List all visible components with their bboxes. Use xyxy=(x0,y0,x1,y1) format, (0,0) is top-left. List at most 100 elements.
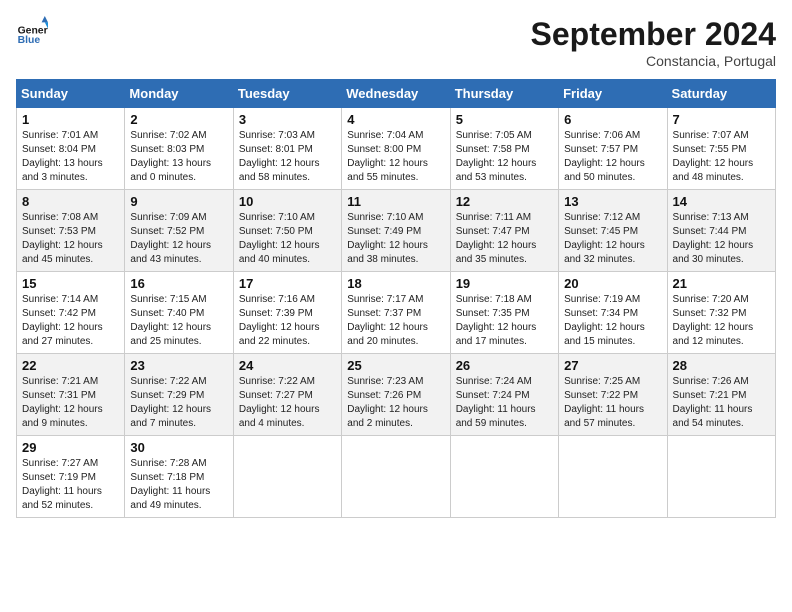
day-number: 11 xyxy=(347,194,444,209)
day-number: 9 xyxy=(130,194,227,209)
day-number: 28 xyxy=(673,358,770,373)
calendar-table: SundayMondayTuesdayWednesdayThursdayFrid… xyxy=(16,79,776,518)
day-number: 5 xyxy=(456,112,553,127)
calendar-cell: 6 Sunrise: 7:06 AM Sunset: 7:57 PM Dayli… xyxy=(559,108,667,190)
day-info: Sunrise: 7:02 AM Sunset: 8:03 PM Dayligh… xyxy=(130,129,227,185)
calendar-cell: 12 Sunrise: 7:11 AM Sunset: 7:47 PM Dayl… xyxy=(450,190,558,272)
col-header-saturday: Saturday xyxy=(667,80,775,108)
day-info: Sunrise: 7:25 AM Sunset: 7:22 PM Dayligh… xyxy=(564,375,661,431)
day-number: 7 xyxy=(673,112,770,127)
col-header-friday: Friday xyxy=(559,80,667,108)
day-info: Sunrise: 7:13 AM Sunset: 7:44 PM Dayligh… xyxy=(673,211,770,267)
calendar-cell: 20 Sunrise: 7:19 AM Sunset: 7:34 PM Dayl… xyxy=(559,272,667,354)
day-info: Sunrise: 7:18 AM Sunset: 7:35 PM Dayligh… xyxy=(456,293,553,349)
day-number: 4 xyxy=(347,112,444,127)
day-info: Sunrise: 7:09 AM Sunset: 7:52 PM Dayligh… xyxy=(130,211,227,267)
day-info: Sunrise: 7:17 AM Sunset: 7:37 PM Dayligh… xyxy=(347,293,444,349)
calendar-cell xyxy=(667,436,775,518)
calendar-cell: 11 Sunrise: 7:10 AM Sunset: 7:49 PM Dayl… xyxy=(342,190,450,272)
col-header-sunday: Sunday xyxy=(17,80,125,108)
day-info: Sunrise: 7:22 AM Sunset: 7:29 PM Dayligh… xyxy=(130,375,227,431)
calendar-cell xyxy=(233,436,341,518)
day-info: Sunrise: 7:26 AM Sunset: 7:21 PM Dayligh… xyxy=(673,375,770,431)
calendar-cell: 22 Sunrise: 7:21 AM Sunset: 7:31 PM Dayl… xyxy=(17,354,125,436)
day-number: 20 xyxy=(564,276,661,291)
day-number: 18 xyxy=(347,276,444,291)
calendar-cell: 1 Sunrise: 7:01 AM Sunset: 8:04 PM Dayli… xyxy=(17,108,125,190)
col-header-wednesday: Wednesday xyxy=(342,80,450,108)
day-number: 14 xyxy=(673,194,770,209)
calendar-cell: 21 Sunrise: 7:20 AM Sunset: 7:32 PM Dayl… xyxy=(667,272,775,354)
day-info: Sunrise: 7:16 AM Sunset: 7:39 PM Dayligh… xyxy=(239,293,336,349)
title-block: September 2024 Constancia, Portugal xyxy=(531,16,776,69)
day-info: Sunrise: 7:10 AM Sunset: 7:49 PM Dayligh… xyxy=(347,211,444,267)
calendar-cell xyxy=(342,436,450,518)
day-number: 19 xyxy=(456,276,553,291)
day-info: Sunrise: 7:27 AM Sunset: 7:19 PM Dayligh… xyxy=(22,457,119,513)
day-number: 8 xyxy=(22,194,119,209)
day-info: Sunrise: 7:03 AM Sunset: 8:01 PM Dayligh… xyxy=(239,129,336,185)
day-number: 12 xyxy=(456,194,553,209)
day-number: 10 xyxy=(239,194,336,209)
calendar-cell: 5 Sunrise: 7:05 AM Sunset: 7:58 PM Dayli… xyxy=(450,108,558,190)
svg-text:Blue: Blue xyxy=(18,35,41,46)
day-number: 27 xyxy=(564,358,661,373)
day-number: 3 xyxy=(239,112,336,127)
day-number: 15 xyxy=(22,276,119,291)
calendar-cell: 7 Sunrise: 7:07 AM Sunset: 7:55 PM Dayli… xyxy=(667,108,775,190)
calendar-cell: 3 Sunrise: 7:03 AM Sunset: 8:01 PM Dayli… xyxy=(233,108,341,190)
day-info: Sunrise: 7:04 AM Sunset: 8:00 PM Dayligh… xyxy=(347,129,444,185)
calendar-cell xyxy=(450,436,558,518)
day-info: Sunrise: 7:23 AM Sunset: 7:26 PM Dayligh… xyxy=(347,375,444,431)
logo: General Blue xyxy=(16,16,48,48)
day-info: Sunrise: 7:05 AM Sunset: 7:58 PM Dayligh… xyxy=(456,129,553,185)
calendar-cell: 18 Sunrise: 7:17 AM Sunset: 7:37 PM Dayl… xyxy=(342,272,450,354)
day-number: 17 xyxy=(239,276,336,291)
calendar-cell: 24 Sunrise: 7:22 AM Sunset: 7:27 PM Dayl… xyxy=(233,354,341,436)
day-info: Sunrise: 7:24 AM Sunset: 7:24 PM Dayligh… xyxy=(456,375,553,431)
calendar-cell: 28 Sunrise: 7:26 AM Sunset: 7:21 PM Dayl… xyxy=(667,354,775,436)
day-info: Sunrise: 7:11 AM Sunset: 7:47 PM Dayligh… xyxy=(456,211,553,267)
day-number: 1 xyxy=(22,112,119,127)
col-header-tuesday: Tuesday xyxy=(233,80,341,108)
calendar-cell: 10 Sunrise: 7:10 AM Sunset: 7:50 PM Dayl… xyxy=(233,190,341,272)
day-number: 29 xyxy=(22,440,119,455)
day-number: 13 xyxy=(564,194,661,209)
day-number: 23 xyxy=(130,358,227,373)
day-info: Sunrise: 7:28 AM Sunset: 7:18 PM Dayligh… xyxy=(130,457,227,513)
day-info: Sunrise: 7:12 AM Sunset: 7:45 PM Dayligh… xyxy=(564,211,661,267)
day-number: 26 xyxy=(456,358,553,373)
calendar-cell: 25 Sunrise: 7:23 AM Sunset: 7:26 PM Dayl… xyxy=(342,354,450,436)
calendar-cell: 4 Sunrise: 7:04 AM Sunset: 8:00 PM Dayli… xyxy=(342,108,450,190)
calendar-cell: 30 Sunrise: 7:28 AM Sunset: 7:18 PM Dayl… xyxy=(125,436,233,518)
day-number: 2 xyxy=(130,112,227,127)
calendar-cell: 23 Sunrise: 7:22 AM Sunset: 7:29 PM Dayl… xyxy=(125,354,233,436)
day-info: Sunrise: 7:10 AM Sunset: 7:50 PM Dayligh… xyxy=(239,211,336,267)
calendar-cell: 13 Sunrise: 7:12 AM Sunset: 7:45 PM Dayl… xyxy=(559,190,667,272)
day-info: Sunrise: 7:20 AM Sunset: 7:32 PM Dayligh… xyxy=(673,293,770,349)
day-info: Sunrise: 7:21 AM Sunset: 7:31 PM Dayligh… xyxy=(22,375,119,431)
day-number: 22 xyxy=(22,358,119,373)
day-number: 30 xyxy=(130,440,227,455)
logo-icon: General Blue xyxy=(16,16,48,48)
page-header: General Blue September 2024 Constancia, … xyxy=(16,16,776,69)
calendar-cell: 14 Sunrise: 7:13 AM Sunset: 7:44 PM Dayl… xyxy=(667,190,775,272)
calendar-cell: 16 Sunrise: 7:15 AM Sunset: 7:40 PM Dayl… xyxy=(125,272,233,354)
calendar-cell: 2 Sunrise: 7:02 AM Sunset: 8:03 PM Dayli… xyxy=(125,108,233,190)
day-info: Sunrise: 7:06 AM Sunset: 7:57 PM Dayligh… xyxy=(564,129,661,185)
day-number: 24 xyxy=(239,358,336,373)
calendar-cell: 26 Sunrise: 7:24 AM Sunset: 7:24 PM Dayl… xyxy=(450,354,558,436)
calendar-cell: 8 Sunrise: 7:08 AM Sunset: 7:53 PM Dayli… xyxy=(17,190,125,272)
calendar-cell: 19 Sunrise: 7:18 AM Sunset: 7:35 PM Dayl… xyxy=(450,272,558,354)
day-info: Sunrise: 7:15 AM Sunset: 7:40 PM Dayligh… xyxy=(130,293,227,349)
day-info: Sunrise: 7:07 AM Sunset: 7:55 PM Dayligh… xyxy=(673,129,770,185)
calendar-cell: 17 Sunrise: 7:16 AM Sunset: 7:39 PM Dayl… xyxy=(233,272,341,354)
day-info: Sunrise: 7:08 AM Sunset: 7:53 PM Dayligh… xyxy=(22,211,119,267)
day-number: 25 xyxy=(347,358,444,373)
month-title: September 2024 xyxy=(531,16,776,53)
day-number: 6 xyxy=(564,112,661,127)
calendar-cell: 27 Sunrise: 7:25 AM Sunset: 7:22 PM Dayl… xyxy=(559,354,667,436)
calendar-cell xyxy=(559,436,667,518)
col-header-monday: Monday xyxy=(125,80,233,108)
location: Constancia, Portugal xyxy=(531,53,776,69)
